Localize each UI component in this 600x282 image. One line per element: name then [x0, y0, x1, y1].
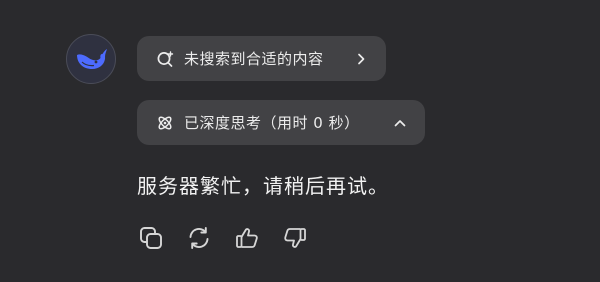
dislike-button[interactable]	[280, 223, 310, 253]
assistant-avatar	[66, 34, 116, 84]
regenerate-button[interactable]	[184, 223, 214, 253]
like-button[interactable]	[232, 223, 262, 253]
atom-icon	[155, 113, 175, 133]
message-actions	[136, 223, 310, 253]
thumbs-down-icon	[284, 228, 306, 248]
whale-logo-icon	[77, 49, 107, 69]
assistant-message-text: 服务器繁忙，请稍后再试。	[137, 174, 389, 198]
copy-icon	[140, 227, 162, 249]
copy-button[interactable]	[136, 223, 166, 253]
chevron-up-icon	[392, 115, 408, 131]
search-status-chip[interactable]: 未搜索到合适的内容	[137, 36, 386, 81]
chevron-right-icon	[353, 51, 369, 67]
refresh-icon	[189, 227, 209, 249]
deep-thinking-chip[interactable]: 已深度思考（用时 0 秒）	[137, 100, 425, 145]
thumbs-up-icon	[236, 228, 258, 248]
deep-thinking-label: 已深度思考（用时 0 秒）	[184, 114, 360, 132]
search-status-label: 未搜索到合适的内容	[184, 50, 324, 68]
search-sparkle-icon	[155, 49, 175, 69]
